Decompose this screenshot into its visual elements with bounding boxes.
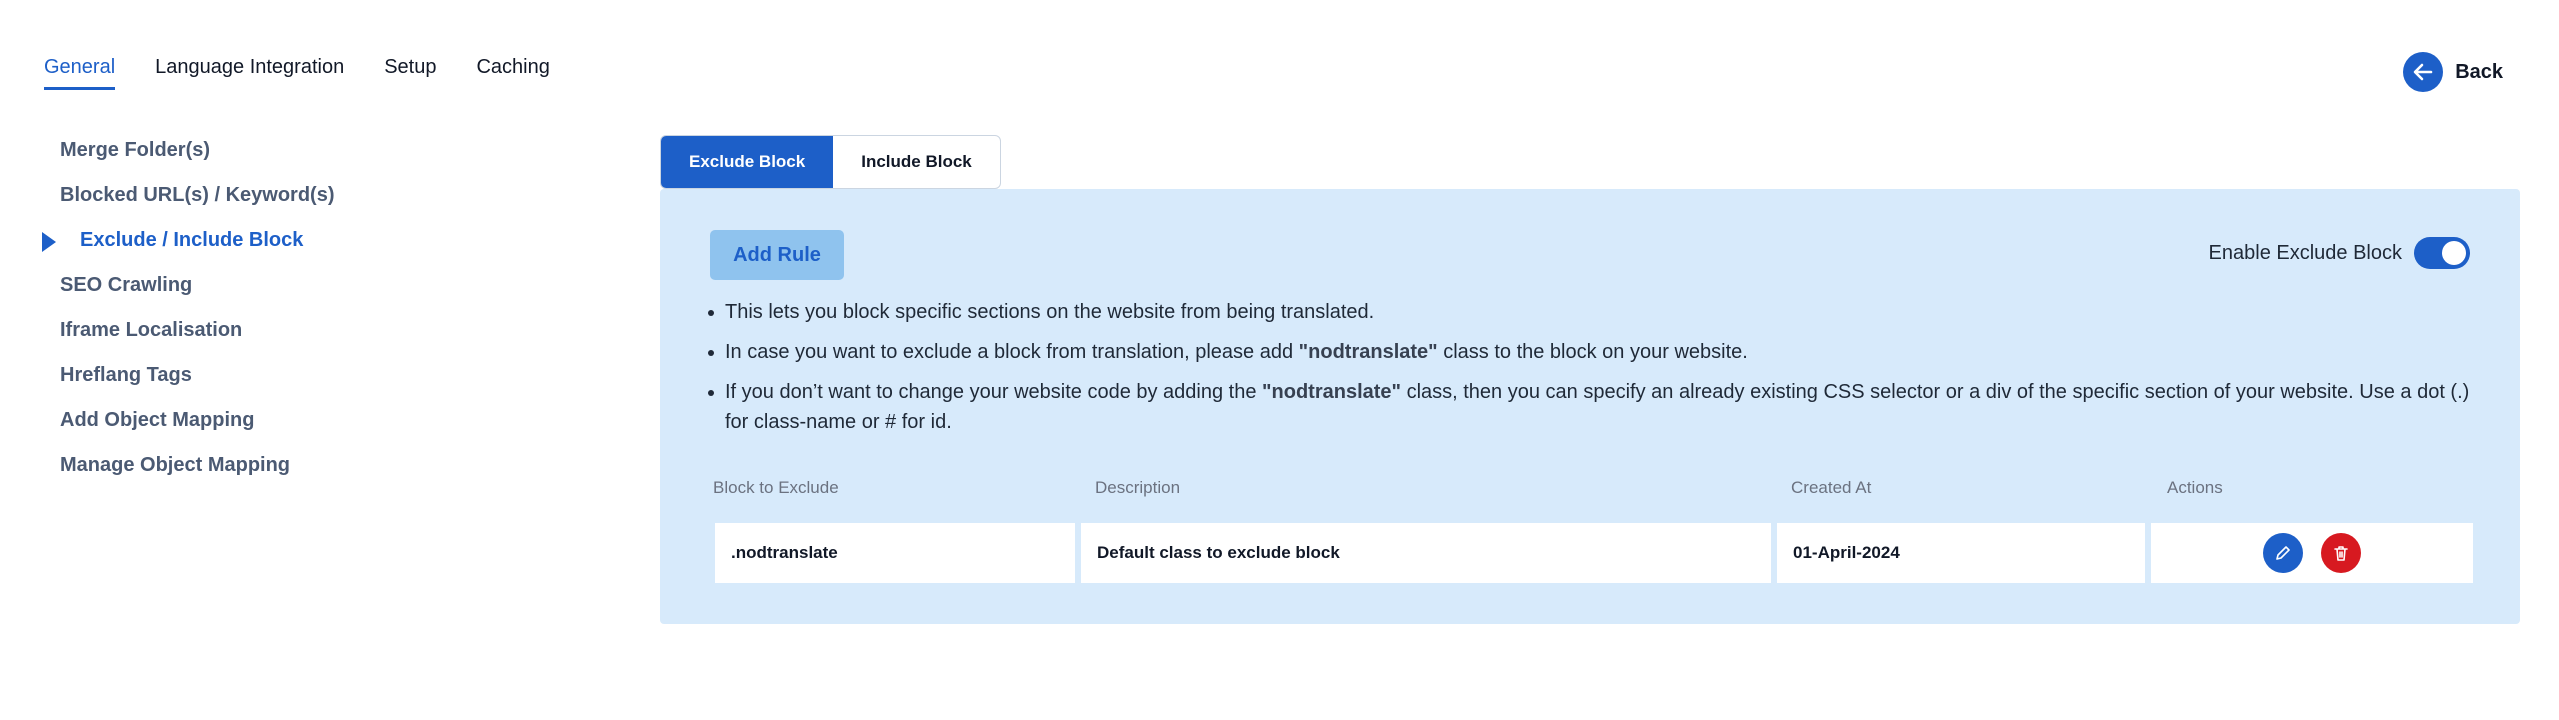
caret-right-icon	[42, 232, 56, 252]
sidebar-item-merge-folders[interactable]: Merge Folder(s)	[40, 132, 620, 177]
sidebar-item-manage-object-mapping[interactable]: Manage Object Mapping	[40, 447, 620, 492]
exclude-block-panel: Add Rule Enable Exclude Block This lets …	[660, 189, 2520, 624]
column-header-description: Description	[1095, 478, 1181, 497]
sidebar-item-add-object-mapping[interactable]: Add Object Mapping	[40, 402, 620, 447]
sidebar-item-seo-crawling[interactable]: SEO Crawling	[40, 267, 620, 312]
info-item: This lets you block specific sections on…	[708, 297, 2488, 327]
add-rule-button[interactable]: Add Rule	[710, 230, 844, 280]
sidebar: Merge Folder(s) Blocked URL(s) / Keyword…	[40, 132, 620, 492]
info-list: This lets you block specific sections on…	[708, 297, 2488, 447]
pencil-icon	[2276, 546, 2290, 560]
top-tabs: General Language Integration Setup Cachi…	[44, 56, 590, 90]
sidebar-item-blocked-urls[interactable]: Blocked URL(s) / Keyword(s)	[40, 177, 620, 222]
info-item: If you don’t want to change your website…	[708, 377, 2488, 437]
back-label: Back	[2455, 60, 2503, 83]
cell-actions	[2151, 523, 2473, 583]
sidebar-item-hreflang-tags[interactable]: Hreflang Tags	[40, 357, 620, 402]
column-header-created-at: Created At	[1791, 478, 1872, 497]
toggle-knob	[2442, 241, 2466, 265]
column-header-block: Block to Exclude	[713, 478, 839, 497]
block-type-tabs: Exclude Block Include Block	[660, 135, 1001, 189]
delete-button[interactable]	[2321, 533, 2361, 573]
class-name-code: "nodtranslate"	[1298, 341, 1438, 363]
arrow-left-icon	[2403, 52, 2444, 92]
tab-setup[interactable]: Setup	[384, 56, 436, 90]
edit-button[interactable]	[2263, 533, 2303, 573]
enable-exclude-block: Enable Exclude Block	[2209, 237, 2470, 269]
cell-description: Default class to exclude block	[1081, 523, 1771, 583]
cell-created-at: 01-April-2024	[1777, 523, 2145, 583]
enable-exclude-block-toggle[interactable]	[2414, 237, 2470, 269]
table-header: Block to Exclude Description Created At …	[713, 478, 2493, 502]
cell-block: .nodtranslate	[715, 523, 1075, 583]
sidebar-item-exclude-include-block[interactable]: Exclude / Include Block	[40, 222, 620, 267]
table-row: .nodtranslate Default class to exclude b…	[713, 523, 2473, 583]
sidebar-item-iframe-localisation[interactable]: Iframe Localisation	[40, 312, 620, 357]
back-button[interactable]: Back	[2403, 52, 2503, 92]
tab-exclude-block[interactable]: Exclude Block	[661, 136, 834, 188]
sidebar-item-label: Exclude / Include Block	[80, 229, 304, 251]
tab-general[interactable]: General	[44, 56, 116, 90]
info-item: In case you want to exclude a block from…	[708, 337, 2488, 367]
class-name-code: "nodtranslate"	[1262, 381, 1402, 403]
tab-include-block[interactable]: Include Block	[833, 136, 1000, 188]
tab-caching[interactable]: Caching	[476, 56, 549, 90]
tab-language-integration[interactable]: Language Integration	[155, 56, 344, 90]
column-header-actions: Actions	[2167, 478, 2223, 497]
trash-icon	[2334, 546, 2348, 561]
enable-exclude-block-label: Enable Exclude Block	[2208, 241, 2402, 264]
